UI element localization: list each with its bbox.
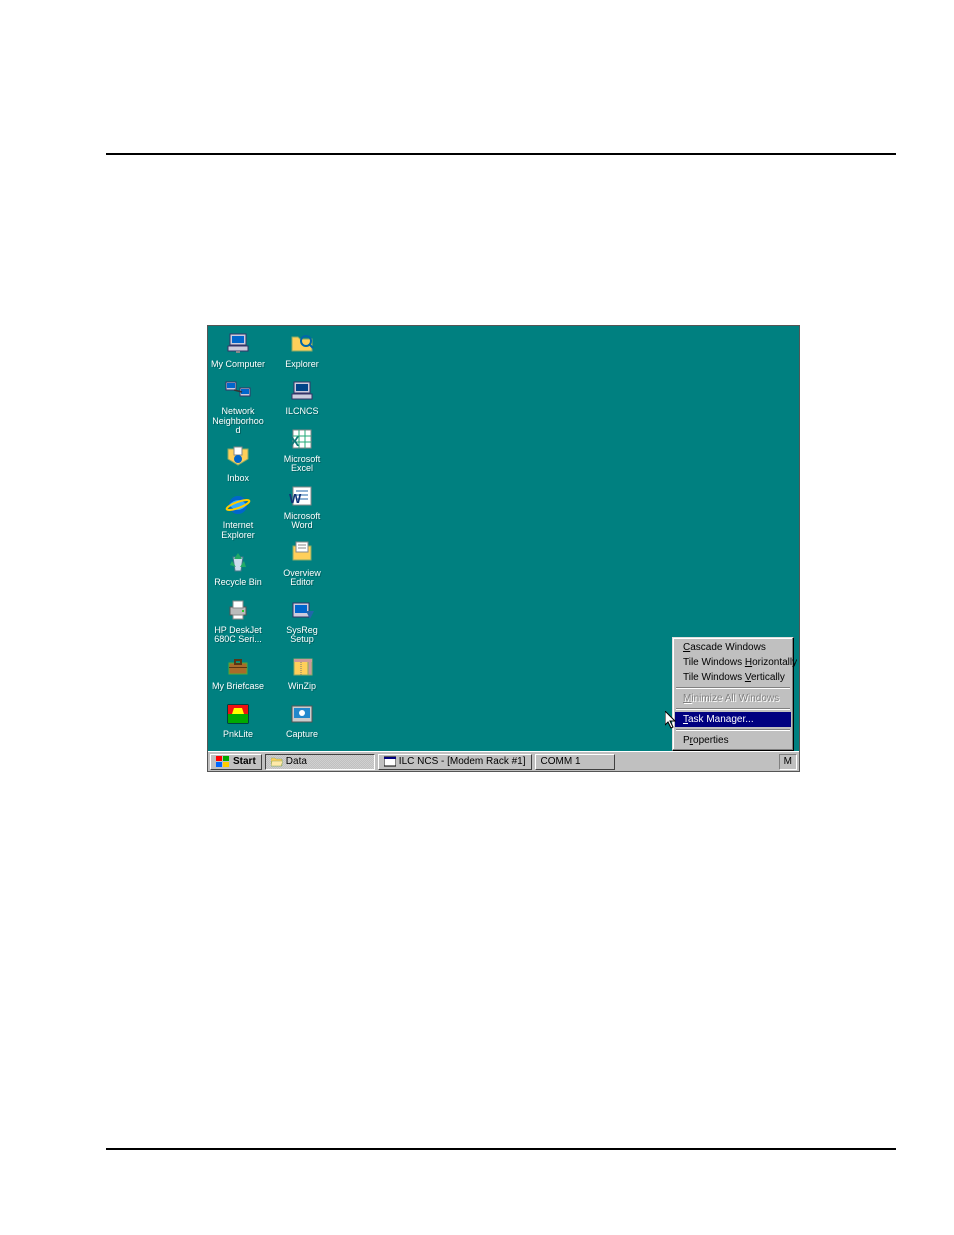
- menu-separator: [676, 729, 790, 731]
- desktop-icon-overview[interactable]: Overview Editor: [274, 539, 330, 588]
- desktop-icon-label: Network Neighborhood: [210, 407, 266, 435]
- desktop[interactable]: My Computer Network Neighborhood Inbox Inte…: [207, 325, 800, 772]
- taskbar-task-comm1[interactable]: COMM 1: [535, 754, 615, 770]
- desktop-icon-winzip[interactable]: WinZip: [274, 652, 330, 691]
- desktop-icon-label: Recycle Bin: [214, 578, 262, 587]
- desktop-icon-label: SysReg Setup: [274, 626, 330, 645]
- briefcase-icon: [224, 653, 252, 679]
- task-label: Data: [286, 756, 307, 767]
- word-icon: W: [288, 483, 316, 509]
- start-button[interactable]: Start: [210, 754, 262, 770]
- sysreg-icon: [288, 597, 316, 623]
- menu-separator: [676, 687, 790, 689]
- desktop-icon-label: Microsoft Word: [274, 512, 330, 531]
- desktop-icon-label: WinZip: [288, 682, 316, 691]
- winzip-icon: [288, 653, 316, 679]
- app-window-icon: [384, 756, 396, 768]
- desktop-icon-label: PnkLite: [223, 730, 253, 739]
- taskbar-context-menu: Cascade WindowsTile Windows Horizontally…: [672, 637, 794, 751]
- desktop-icon-label: Explorer: [285, 360, 319, 369]
- menu-item-tile-windows-vertically[interactable]: Tile Windows Vertically: [675, 670, 791, 685]
- menu-item-tile-windows-horizontally[interactable]: Tile Windows Horizontally: [675, 655, 791, 670]
- desktop-icon-excel[interactable]: X Microsoft Excel: [274, 425, 330, 474]
- menu-item-properties[interactable]: Properties: [675, 733, 791, 748]
- folder-open-icon: [271, 756, 283, 768]
- task-label: COMM 1: [541, 756, 581, 767]
- network-icon: [224, 378, 252, 404]
- windows-logo-icon: [216, 756, 230, 768]
- desktop-icon-ilcncs[interactable]: ILCNCS: [274, 377, 330, 416]
- printer-icon: [224, 597, 252, 623]
- desktop-icon-label: My Computer: [211, 360, 265, 369]
- desktop-icon-label: Inbox: [227, 474, 249, 483]
- desktop-icon-sysreg[interactable]: SysReg Setup: [274, 596, 330, 645]
- desktop-icon-label: Overview Editor: [274, 569, 330, 588]
- desktop-icon-inbox[interactable]: Inbox: [210, 444, 266, 483]
- desktop-icon-printer[interactable]: HP DeskJet 680C Seri...: [210, 596, 266, 645]
- desktop-icon-pnklite[interactable]: PnkLite: [210, 700, 266, 739]
- desktop-icon-capture[interactable]: Capture: [274, 700, 330, 739]
- desktop-icon-label: Internet Explorer: [210, 521, 266, 540]
- desktop-icon-label: My Briefcase: [212, 682, 264, 691]
- desktop-icon-word[interactable]: W Microsoft Word: [274, 482, 330, 531]
- overview-icon: [288, 540, 316, 566]
- ie-icon: [224, 492, 252, 518]
- desktop-icon-explorer[interactable]: Explorer: [274, 330, 330, 369]
- tray-text: M: [784, 756, 792, 767]
- svg-text:X: X: [290, 433, 300, 449]
- menu-item-task-manager[interactable]: Task Manager...: [675, 712, 791, 727]
- menu-item-cascade-windows[interactable]: Cascade Windows: [675, 640, 791, 655]
- desktop-icon-ie[interactable]: Internet Explorer: [210, 491, 266, 540]
- recycle-icon: [224, 549, 252, 575]
- computer-icon: [224, 331, 252, 357]
- menu-separator: [676, 708, 790, 710]
- pnklite-icon: [224, 701, 252, 727]
- task-label: ILC NCS - [Modem Rack #1]: [399, 756, 526, 767]
- menu-item-minimize-all-windows: Minimize All Windows: [675, 691, 791, 706]
- taskbar-task-data[interactable]: Data: [265, 754, 375, 770]
- taskbar: Start Data ILC NCS - [Modem Rack #1] COM…: [208, 751, 799, 771]
- explorer-icon: [288, 331, 316, 357]
- system-tray[interactable]: M: [779, 754, 797, 770]
- desktop-icon-recycle[interactable]: Recycle Bin: [210, 548, 266, 587]
- excel-icon: X: [288, 426, 316, 452]
- desktop-icon-label: HP DeskJet 680C Seri...: [210, 626, 266, 645]
- desktop-icon-computer[interactable]: My Computer: [210, 330, 266, 369]
- desktop-icon-label: Capture: [286, 730, 318, 739]
- taskbar-task-ilcncs[interactable]: ILC NCS - [Modem Rack #1]: [378, 754, 532, 770]
- inbox-icon: [224, 445, 252, 471]
- ilcncs-icon: [288, 378, 316, 404]
- desktop-icon-label: ILCNCS: [285, 407, 318, 416]
- desktop-icon-briefcase[interactable]: My Briefcase: [210, 652, 266, 691]
- desktop-icon-label: Microsoft Excel: [274, 455, 330, 474]
- start-label: Start: [233, 756, 256, 767]
- capture-icon: [288, 701, 316, 727]
- svg-text:W: W: [289, 491, 302, 506]
- desktop-icon-network[interactable]: Network Neighborhood: [210, 377, 266, 435]
